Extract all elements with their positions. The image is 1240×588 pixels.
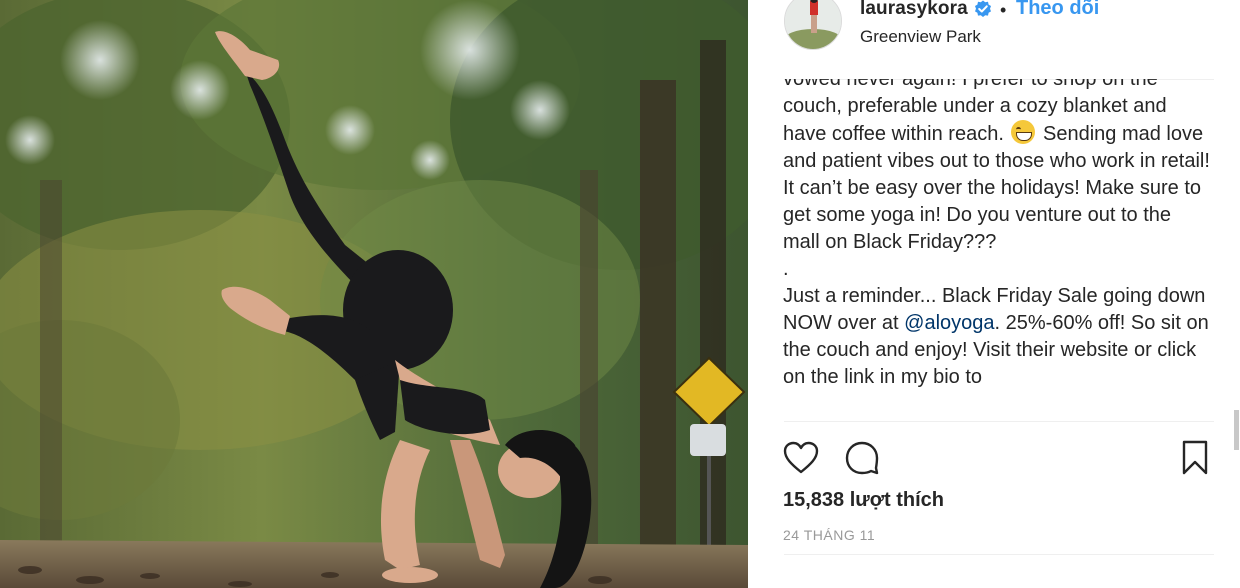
save-button[interactable] [1175, 438, 1215, 478]
post-date[interactable]: 24 THÁNG 11 [783, 527, 875, 543]
caption-text: vowed never again! I prefer to shop on t… [783, 79, 1213, 391]
mention-link[interactable]: @aloyoga [904, 312, 994, 334]
comment-button[interactable] [842, 438, 882, 478]
caption-dot: . [783, 258, 789, 280]
separator-dot: • [1000, 0, 1007, 20]
follow-button[interactable]: Theo dõi [1016, 0, 1099, 20]
avatar-image [785, 0, 841, 49]
post-details-panel: laurasykora • Theo dõi Greenview Park vo… [748, 0, 1240, 588]
username-link[interactable]: laurasykora [860, 0, 968, 20]
verified-badge-icon [975, 0, 991, 17]
comment-icon [845, 441, 879, 475]
caption-area: vowed never again! I prefer to shop on t… [783, 79, 1213, 419]
action-bar [748, 430, 1218, 480]
heart-icon [783, 441, 819, 474]
yoga-pose-photo [0, 0, 748, 588]
laughing-emoji-icon [1011, 120, 1036, 144]
divider [784, 421, 1214, 422]
bookmark-icon [1182, 440, 1208, 475]
caption-scrollbar[interactable] [1234, 80, 1240, 450]
avatar[interactable] [784, 0, 842, 50]
divider [784, 554, 1214, 555]
like-button[interactable] [781, 438, 821, 478]
location-link[interactable]: Greenview Park [860, 27, 981, 47]
post-photo[interactable] [0, 0, 748, 588]
post-header: laurasykora • Theo dõi Greenview Park [748, 0, 1218, 70]
scrollbar-thumb[interactable] [1234, 410, 1239, 450]
likes-count[interactable]: 15,838 lượt thích [783, 489, 944, 512]
